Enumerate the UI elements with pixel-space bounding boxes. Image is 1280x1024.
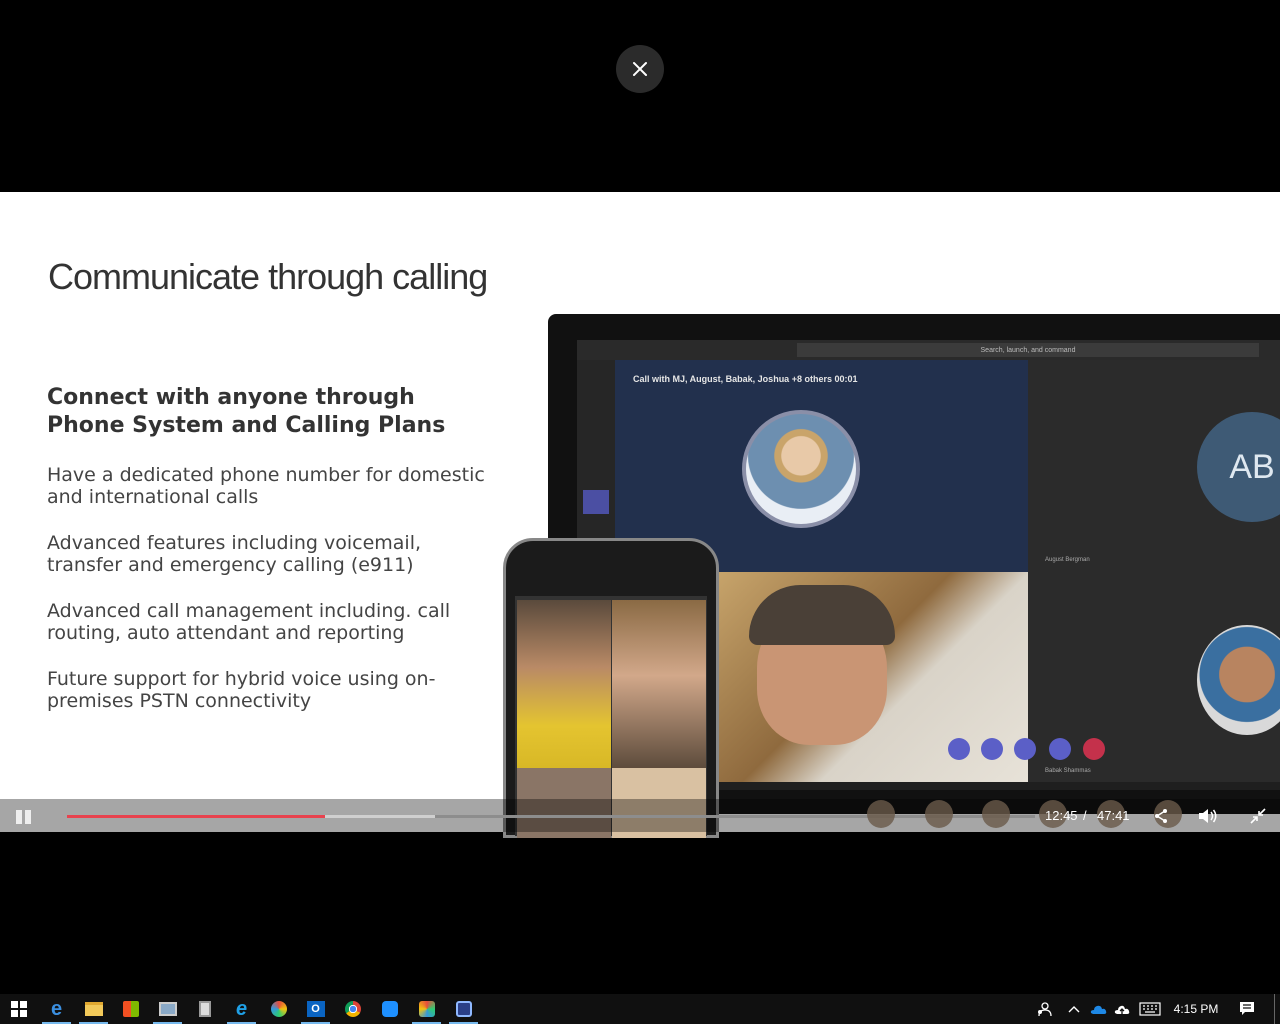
- rail-activity-icon: [583, 368, 609, 392]
- video-viewer: Communicate through calling Connect with…: [0, 0, 1280, 1024]
- taskbar-file-explorer[interactable]: [75, 994, 112, 1024]
- taskbar-internet-explorer[interactable]: e: [223, 994, 260, 1024]
- current-time: 12:45: [1045, 808, 1078, 823]
- hang-up-icon: [1083, 738, 1105, 760]
- taskbar-messenger[interactable]: [371, 994, 408, 1024]
- volume-icon: [1199, 809, 1217, 823]
- share-icon: [1155, 809, 1167, 823]
- screenshot-icon: [455, 1001, 472, 1017]
- taskbar-calculator[interactable]: [186, 994, 223, 1024]
- participant-name: Babak Shammas: [1045, 768, 1091, 774]
- action-center-button[interactable]: [1236, 994, 1258, 1024]
- remote-desktop-icon: [158, 1002, 177, 1016]
- slide-bullet: Future support for hybrid voice using on…: [47, 668, 436, 712]
- app-icon: [418, 1001, 435, 1017]
- teams-topbar: Search, launch, and command: [577, 340, 1280, 360]
- taskbar-paint[interactable]: [260, 994, 297, 1024]
- volume-button[interactable]: [1197, 806, 1219, 826]
- taskbar: e e O 4:15 PM: [0, 994, 1280, 1024]
- slide-bullet: Have a dedicated phone number for domest…: [47, 464, 485, 508]
- taskbar-outlook[interactable]: O: [297, 994, 334, 1024]
- taskbar-app[interactable]: [408, 994, 445, 1024]
- cloud-upload-icon: [1114, 1005, 1130, 1014]
- taskbar-remote-desktop[interactable]: [149, 994, 186, 1024]
- teams-search-box: Search, launch, and command: [797, 343, 1259, 357]
- taskbar-screenshot[interactable]: [445, 994, 482, 1024]
- participant-hair: [749, 585, 895, 645]
- cloud-upload-button[interactable]: [1112, 994, 1132, 1024]
- messenger-icon: [381, 1001, 398, 1017]
- played-progress: [67, 815, 326, 818]
- paint-icon: [270, 1001, 287, 1017]
- camera-icon: [948, 738, 970, 760]
- phone-video-tile: [612, 600, 706, 768]
- exit-fullscreen-button[interactable]: [1247, 806, 1269, 826]
- slide-subtitle: Connect with anyone through Phone System…: [47, 385, 446, 438]
- taskbar-store[interactable]: [112, 994, 149, 1024]
- participant-avatar: [742, 410, 860, 528]
- participant-thumbnail: [982, 800, 1010, 828]
- file-explorer-icon: [84, 1002, 103, 1016]
- chrome-icon: [344, 1001, 361, 1017]
- people-button[interactable]: [1034, 994, 1054, 1024]
- slide-title: Communicate through calling: [48, 256, 488, 297]
- more-icon: [1049, 738, 1071, 760]
- share-button[interactable]: [1150, 806, 1172, 826]
- people-icon: [1038, 1002, 1052, 1017]
- close-icon: [633, 62, 647, 76]
- slide-bullet: Advanced call management including. call…: [47, 600, 451, 644]
- rail-calling-icon: [583, 490, 609, 514]
- pause-button[interactable]: [16, 810, 32, 824]
- participant-thumbnail: [867, 800, 895, 828]
- time-separator: /: [1083, 808, 1087, 823]
- touch-keyboard-button[interactable]: [1138, 994, 1162, 1024]
- calculator-icon: [198, 1001, 211, 1017]
- chevron-up-icon: [1068, 1006, 1080, 1013]
- share-screen-icon: [1014, 738, 1036, 760]
- call-title: Call with MJ, August, Babak, Joshua +8 o…: [633, 374, 858, 384]
- edge-icon: e: [50, 997, 63, 1020]
- start-button[interactable]: [0, 994, 37, 1024]
- keyboard-icon: [1139, 1002, 1161, 1016]
- show-desktop-button[interactable]: [1274, 994, 1275, 1024]
- participant-name: August Bergman: [1045, 557, 1090, 563]
- exit-fullscreen-icon: [1250, 808, 1266, 824]
- pause-icon: [16, 810, 22, 824]
- taskbar-edge[interactable]: e: [38, 994, 75, 1024]
- close-button[interactable]: [616, 45, 664, 93]
- start-icon: [10, 1001, 27, 1017]
- rail-meetings-icon: [583, 460, 609, 484]
- onedrive-icon: [1090, 1005, 1107, 1014]
- mic-icon: [981, 738, 1003, 760]
- internet-explorer-icon: e: [235, 997, 248, 1020]
- taskbar-chrome[interactable]: [334, 994, 371, 1024]
- taskbar-clock[interactable]: 4:15 PM: [1168, 994, 1224, 1024]
- rail-chat-icon: [583, 400, 609, 424]
- slide-bullet: Advanced features including voicemail, t…: [47, 532, 422, 576]
- phone-video-tile: [517, 600, 611, 768]
- store-icon: [122, 1001, 139, 1017]
- onedrive-button[interactable]: [1088, 994, 1108, 1024]
- rail-teams-icon: [583, 430, 609, 454]
- duration: 47:41: [1097, 808, 1130, 823]
- participant-thumbnail: [925, 800, 953, 828]
- show-hidden-icons-button[interactable]: [1064, 994, 1084, 1024]
- outlook-icon: O: [306, 1001, 325, 1017]
- notifications-icon: [1240, 1002, 1254, 1015]
